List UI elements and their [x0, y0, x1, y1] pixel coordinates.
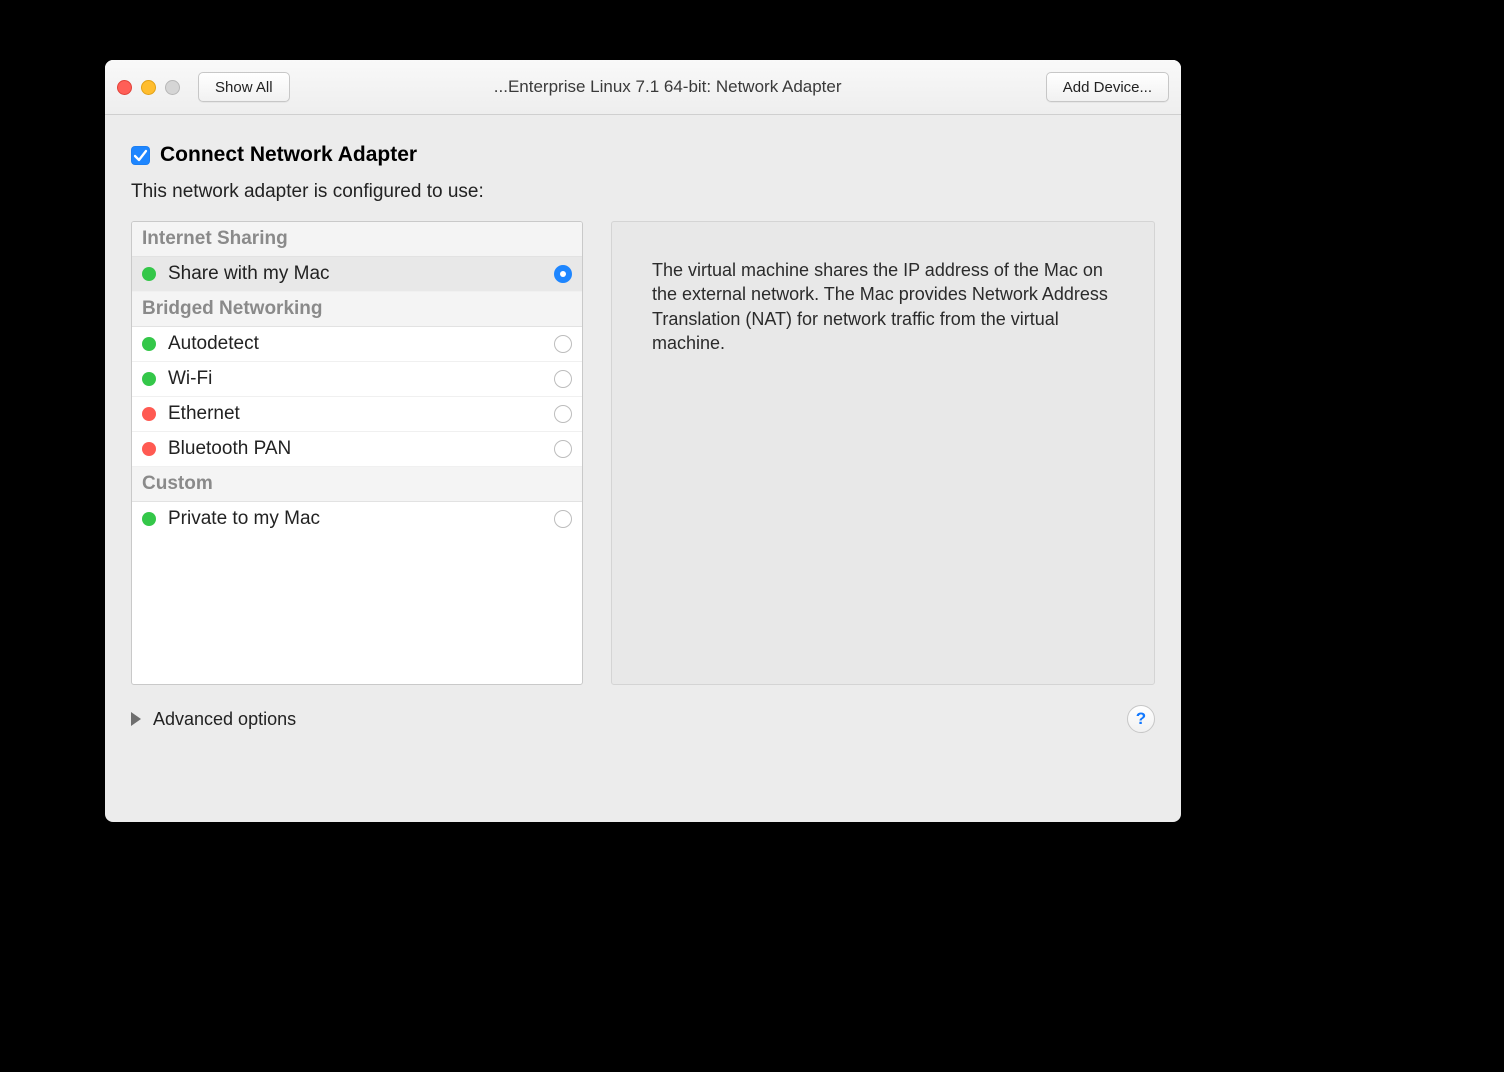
columns: Internet Sharing Share with my Mac Bridged…	[131, 221, 1155, 685]
network-option-label: Private to my Mac	[168, 508, 542, 530]
network-mode-list: Internet Sharing Share with my Mac Bridged…	[131, 221, 583, 685]
connect-checkbox[interactable]	[131, 146, 150, 165]
zoom-icon	[165, 80, 180, 95]
advanced-options-label: Advanced options	[153, 709, 296, 730]
status-dot-icon	[142, 512, 156, 526]
add-device-button[interactable]: Add Device...	[1046, 72, 1169, 102]
network-option-row[interactable]: Wi-Fi	[132, 362, 582, 397]
network-option-radio[interactable]	[554, 370, 572, 388]
checkmark-icon	[133, 148, 148, 163]
disclosure-triangle-icon	[131, 712, 141, 726]
network-option-radio[interactable]	[554, 510, 572, 528]
network-option-radio[interactable]	[554, 265, 572, 283]
help-label: ?	[1136, 709, 1146, 729]
network-option-label: Bluetooth PAN	[168, 438, 542, 460]
window-title: ...Enterprise Linux 7.1 64-bit: Network …	[298, 77, 1038, 97]
window-controls	[117, 80, 180, 95]
network-option-label: Wi-Fi	[168, 368, 542, 390]
footer: Advanced options ?	[131, 705, 1155, 733]
show-all-button[interactable]: Show All	[198, 72, 290, 102]
network-option-row[interactable]: Share with my Mac	[132, 257, 582, 292]
list-section-header: Internet Sharing	[132, 222, 582, 257]
network-option-label: Autodetect	[168, 333, 542, 355]
network-option-label: Share with my Mac	[168, 263, 542, 285]
network-option-row[interactable]: Private to my Mac	[132, 502, 582, 536]
minimize-icon[interactable]	[141, 80, 156, 95]
network-option-row[interactable]: Autodetect	[132, 327, 582, 362]
network-option-row[interactable]: Ethernet	[132, 397, 582, 432]
status-dot-icon	[142, 372, 156, 386]
network-option-radio[interactable]	[554, 335, 572, 353]
close-icon[interactable]	[117, 80, 132, 95]
network-option-row[interactable]: Bluetooth PAN	[132, 432, 582, 467]
network-option-radio[interactable]	[554, 405, 572, 423]
help-button[interactable]: ?	[1127, 705, 1155, 733]
show-all-label: Show All	[215, 79, 273, 96]
titlebar: Show All ...Enterprise Linux 7.1 64-bit:…	[105, 60, 1181, 115]
description-panel: The virtual machine shares the IP addres…	[611, 221, 1155, 685]
connect-label: Connect Network Adapter	[160, 143, 417, 167]
status-dot-icon	[142, 337, 156, 351]
list-section-header: Bridged Networking	[132, 292, 582, 327]
subheading: This network adapter is configured to us…	[131, 181, 1155, 203]
content-area: Connect Network Adapter This network ada…	[105, 115, 1181, 751]
status-dot-icon	[142, 267, 156, 281]
connect-row: Connect Network Adapter	[131, 143, 1155, 167]
list-section-header: Custom	[132, 467, 582, 502]
status-dot-icon	[142, 407, 156, 421]
advanced-options-toggle[interactable]: Advanced options	[131, 709, 296, 730]
network-option-radio[interactable]	[554, 440, 572, 458]
description-text: The virtual machine shares the IP addres…	[652, 260, 1108, 353]
status-dot-icon	[142, 442, 156, 456]
add-device-label: Add Device...	[1063, 79, 1152, 96]
settings-window: Show All ...Enterprise Linux 7.1 64-bit:…	[105, 60, 1181, 822]
network-option-label: Ethernet	[168, 403, 542, 425]
